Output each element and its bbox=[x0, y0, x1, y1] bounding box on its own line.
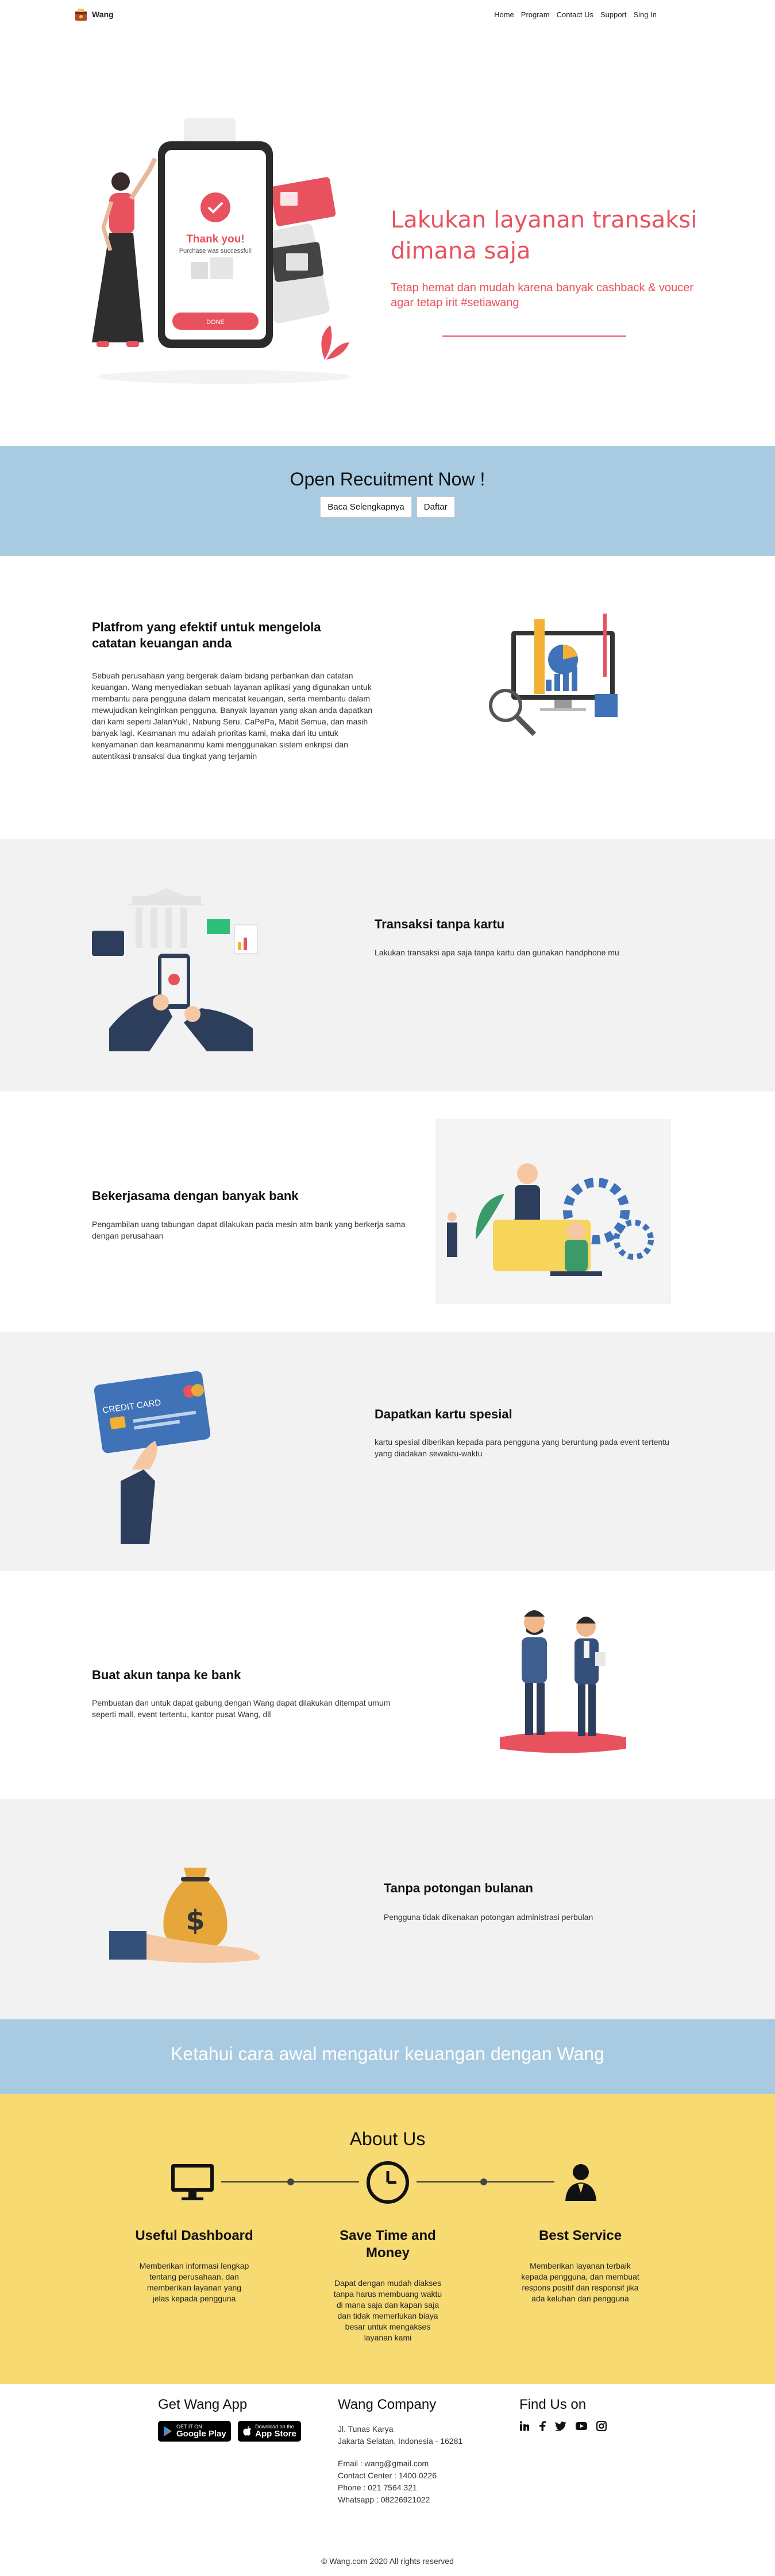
register-button[interactable]: Daftar bbox=[416, 496, 455, 518]
feature-cardless: Transaksi tanpa kartu Lakukan transaksi … bbox=[0, 839, 775, 1092]
facebook-icon[interactable] bbox=[539, 2421, 546, 2431]
feature-special-card: CREDIT CARD Dapatkan kartu spesial kartu… bbox=[0, 1332, 775, 1571]
feature-title: Tanpa potongan bulanan bbox=[384, 1881, 533, 1895]
recruitment-buttons: Baca Selengkapnya Daftar bbox=[0, 496, 775, 518]
google-play-icon bbox=[164, 2426, 172, 2436]
about-connector-dot bbox=[480, 2178, 487, 2185]
phone-message: Purchase was successful! bbox=[179, 248, 252, 254]
footer-email: Email : wang@gmail.com bbox=[338, 2459, 429, 2468]
cardless-illustration bbox=[92, 888, 258, 1051]
hero-subtitle: Tetap hemat dan mudah karena banyak cash… bbox=[391, 281, 693, 309]
nav-home[interactable]: Home bbox=[491, 10, 518, 19]
about-item-title: Best Service bbox=[538, 2228, 622, 2243]
brand-name: Wang bbox=[92, 10, 114, 19]
footer: Get Wang App GET IT ON Google Play Downl… bbox=[0, 2384, 775, 2576]
footer-company-column: Wang Company Jl. Tunas Karya Jakarta Sel… bbox=[338, 2397, 499, 2506]
feature-no-monthly-fee: $ Tanpa potongan bulanan Pengguna tidak … bbox=[0, 1799, 775, 2019]
navbar: Wang Home Program Contact Us Support Sin… bbox=[0, 0, 775, 32]
user-icon bbox=[555, 2158, 607, 2204]
recruitment-section: Open Recuitment Now ! Baca Selengkapnya … bbox=[0, 446, 775, 556]
about-item-save-time: Save Time and Money Dapat dengan mudah d… bbox=[319, 2227, 457, 2343]
feature-bank-partners: Bekerjasama dengan banyak bank Pengambil… bbox=[0, 1092, 775, 1332]
feature-title: Dapatkan kartu spesial bbox=[375, 1407, 512, 1421]
feature-title: Transaksi tanpa kartu bbox=[375, 917, 505, 931]
about-item-best-service: Best Service Memberikan layanan terbaik … bbox=[511, 2227, 649, 2304]
brand[interactable]: Wang bbox=[74, 7, 114, 22]
about-item-dashboard: Useful Dashboard Memberikan informasi le… bbox=[125, 2227, 263, 2304]
feature-platform: Platfrom yang efektif untuk mengelola ca… bbox=[0, 556, 775, 839]
about-item-title: Save Time and Money bbox=[340, 2228, 436, 2261]
bank-illustration-frame bbox=[435, 1119, 671, 1304]
analytics-illustration bbox=[489, 614, 618, 736]
nav-sign-in[interactable]: Sing In bbox=[630, 10, 660, 19]
hero-title: Lakukan layanan transaksi dimana saja bbox=[391, 207, 697, 264]
google-play-text: Google Play bbox=[176, 2429, 226, 2439]
feature-title: Bekerjasama dengan banyak bank bbox=[92, 1189, 299, 1203]
about-item-text: Memberikan informasi lengkap tentang per… bbox=[139, 2261, 249, 2303]
clock-icon bbox=[362, 2158, 414, 2207]
footer-contact-center: Contact Center : 1400 0226 bbox=[338, 2471, 437, 2480]
instagram-icon[interactable] bbox=[596, 2421, 607, 2431]
app-store-text: App Store bbox=[255, 2429, 296, 2439]
footer-company-title: Wang Company bbox=[338, 2397, 437, 2412]
google-play-button[interactable]: GET IT ON Google Play bbox=[158, 2421, 231, 2442]
cta-banner-text: Ketahui cara awal mengatur keuangan deng… bbox=[171, 2043, 604, 2064]
svg-text:$: $ bbox=[186, 1904, 205, 1937]
app-store-button[interactable]: Download on the App Store bbox=[238, 2421, 301, 2442]
footer-phone: Phone : 021 7564 321 bbox=[338, 2483, 417, 2492]
social-icons bbox=[519, 2421, 646, 2431]
twitter-icon[interactable] bbox=[555, 2421, 566, 2431]
nav-program[interactable]: Program bbox=[518, 10, 553, 19]
about-connector-dot bbox=[287, 2178, 294, 2185]
recruitment-title: Open Recuitment Now ! bbox=[290, 469, 485, 489]
people-illustration bbox=[500, 1610, 626, 1753]
monitor-icon bbox=[167, 2158, 218, 2204]
youtube-icon[interactable] bbox=[576, 2421, 587, 2431]
page: Wang Home Program Contact Us Support Sin… bbox=[0, 0, 775, 2576]
about-section: About Us Useful Dashboard Memberikan inf… bbox=[0, 2094, 775, 2384]
nav-links: Home Program Contact Us Support Sing In bbox=[491, 10, 660, 19]
footer-social-title: Find Us on bbox=[519, 2397, 587, 2412]
feature-title: Buat akun tanpa ke bank bbox=[92, 1668, 241, 1682]
footer-whatsapp: Whatsapp : 08226921022 bbox=[338, 2495, 430, 2504]
feature-no-bank-account: Buat akun tanpa ke bank Pembuatan dan un… bbox=[0, 1571, 775, 1799]
about-item-title: Useful Dashboard bbox=[135, 2228, 253, 2243]
feature-text: Lakukan transaksi apa saja tanpa kartu d… bbox=[375, 948, 619, 957]
footer-social-column: Find Us on bbox=[519, 2397, 646, 2431]
copyright: © Wang.com 2020 All rights reserved bbox=[321, 2556, 454, 2566]
footer-app-title: Get Wang App bbox=[158, 2397, 248, 2412]
bank-illustration bbox=[447, 1163, 654, 1276]
about-title: About Us bbox=[349, 2128, 426, 2149]
nav-contact-us[interactable]: Contact Us bbox=[553, 10, 597, 19]
credit-card-illustration: CREDIT CARD bbox=[94, 1371, 211, 1544]
about-item-text: Memberikan layanan terbaik kepada penggu… bbox=[521, 2261, 639, 2303]
feature-text: Pengambilan uang tabungan dapat dilakuka… bbox=[92, 1220, 406, 1240]
money-bag-illustration: $ bbox=[109, 1868, 260, 1963]
feature-text: kartu spesial diberikan kepada para peng… bbox=[375, 1437, 669, 1458]
apple-icon bbox=[243, 2426, 252, 2436]
phone-thank-you: Thank you! bbox=[186, 233, 244, 245]
hero-illustration: Thank you! Purchase was successful! DONE bbox=[92, 118, 350, 384]
linkedin-icon[interactable] bbox=[519, 2421, 530, 2431]
footer-address-line1: Jl. Tunas Karya bbox=[338, 2424, 394, 2434]
feature-text: Pembuatan dan untuk dapat gabung dengan … bbox=[92, 1698, 391, 1719]
hero-section: Thank you! Purchase was successful! DONE… bbox=[0, 32, 775, 446]
footer-address-line2: Jakarta Selatan, Indonesia - 16281 bbox=[338, 2436, 463, 2446]
phone-done-button: DONE bbox=[206, 319, 225, 326]
about-item-text: Dapat dengan mudah diakses tanpa harus m… bbox=[333, 2278, 442, 2342]
feature-text: Sebuah perusahaan yang bergerak dalam bi… bbox=[92, 671, 373, 761]
wang-logo-icon bbox=[75, 9, 87, 21]
read-more-button[interactable]: Baca Selengkapnya bbox=[320, 496, 412, 518]
nav-support[interactable]: Support bbox=[597, 10, 630, 19]
feature-title: Platfrom yang efektif untuk mengelola ca… bbox=[92, 620, 321, 650]
feature-text: Pengguna tidak dikenakan potongan admini… bbox=[384, 1912, 593, 1922]
hero-divider bbox=[442, 336, 626, 337]
footer-app-column: Get Wang App GET IT ON Google Play Downl… bbox=[158, 2397, 319, 2442]
cta-banner: Ketahui cara awal mengatur keuangan deng… bbox=[0, 2019, 775, 2094]
